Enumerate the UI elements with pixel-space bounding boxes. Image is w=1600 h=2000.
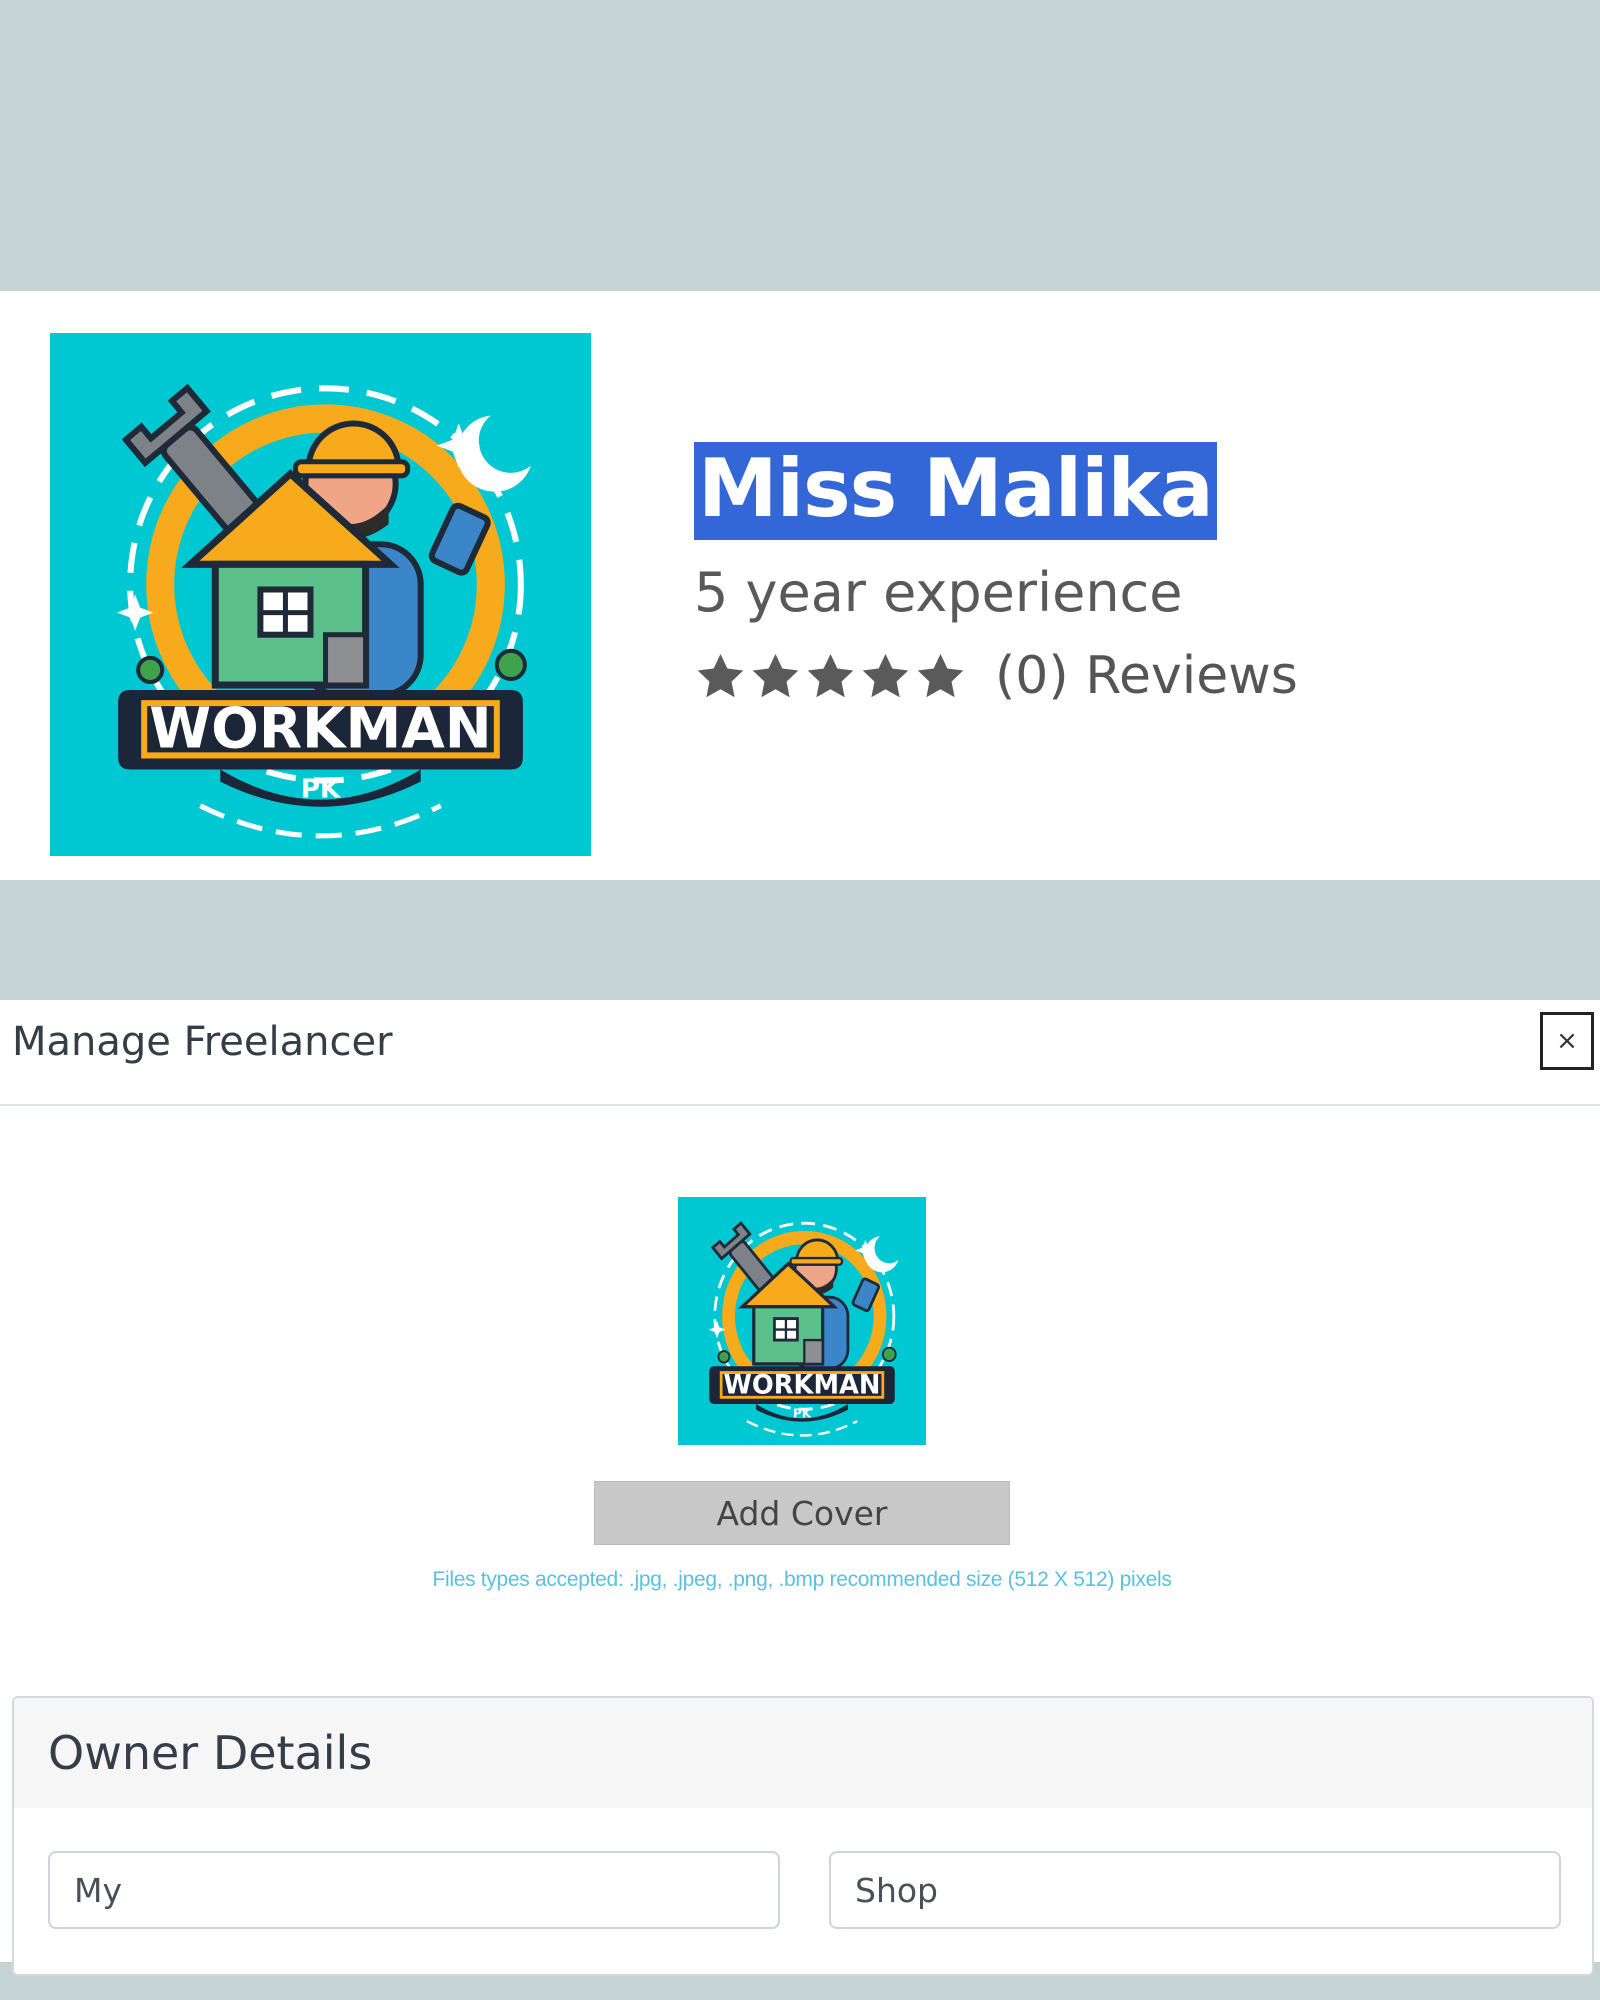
owner-last-name-input[interactable]: Shop xyxy=(829,1851,1561,1929)
cover-preview-image xyxy=(678,1197,926,1445)
profile-card: Miss Malika 5 year experience (0) Review… xyxy=(0,291,1600,880)
star-icon xyxy=(859,650,912,703)
reviews-count[interactable]: (0) Reviews xyxy=(995,650,1298,702)
owner-fields: My Shop xyxy=(14,1808,1592,1974)
star-icon xyxy=(914,650,967,703)
star-icon xyxy=(804,650,857,703)
owner-details-panel: Owner Details My Shop xyxy=(12,1696,1594,1976)
owner-details-heading: Owner Details xyxy=(14,1698,1592,1808)
profile-experience: 5 year experience xyxy=(694,560,1183,624)
profile-info: Miss Malika 5 year experience (0) Review… xyxy=(694,442,1298,703)
close-button[interactable]: × xyxy=(1540,1012,1594,1070)
star-icon xyxy=(694,650,747,703)
modal-title: Manage Freelancer xyxy=(12,1019,393,1065)
manage-freelancer-modal: Manage Freelancer × Add Cover Files type… xyxy=(0,1000,1600,1976)
add-cover-button[interactable]: Add Cover xyxy=(594,1481,1010,1545)
star-icon xyxy=(749,650,802,703)
profile-logo xyxy=(50,333,591,856)
profile-name: Miss Malika xyxy=(694,442,1217,540)
profile-reviews: (0) Reviews xyxy=(694,650,1298,703)
rating-stars xyxy=(694,650,967,703)
file-types-hint: Files types accepted: .jpg, .jpeg, .png,… xyxy=(432,1568,1172,1591)
modal-header: Manage Freelancer × xyxy=(0,1000,1600,1106)
owner-first-name-input[interactable]: My xyxy=(48,1851,780,1929)
